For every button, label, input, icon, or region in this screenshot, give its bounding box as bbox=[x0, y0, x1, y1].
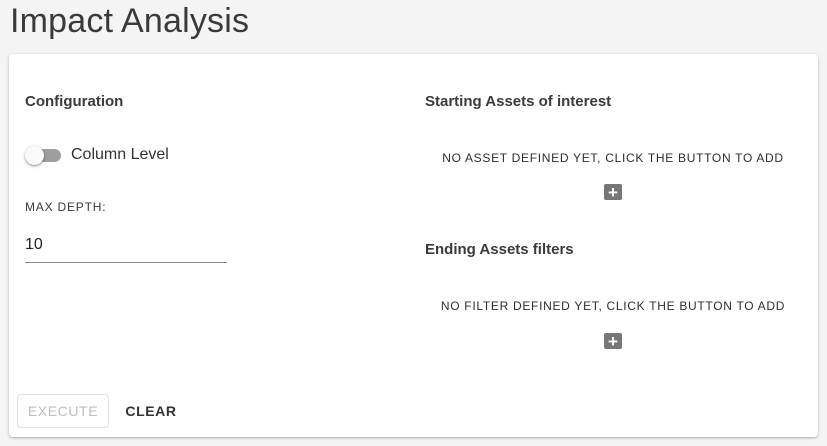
add-ending-filter-button[interactable]: + bbox=[604, 331, 622, 351]
starting-assets-title: Starting Assets of interest bbox=[425, 93, 612, 110]
starting-assets-empty-message: NO ASSET DEFINED YET, CLICK THE BUTTON T… bbox=[442, 151, 784, 165]
page-title: Impact Analysis bbox=[10, 2, 250, 40]
plus-icon: + bbox=[608, 331, 618, 351]
max-depth-input[interactable] bbox=[25, 232, 227, 258]
column-level-switch[interactable] bbox=[25, 145, 61, 165]
plus-icon: + bbox=[608, 182, 618, 202]
execute-button[interactable]: EXECUTE bbox=[17, 394, 109, 428]
ending-assets-title: Ending Assets filters bbox=[425, 241, 574, 258]
ending-assets-empty-message: NO FILTER DEFINED YET, CLICK THE BUTTON … bbox=[440, 299, 786, 313]
configuration-title: Configuration bbox=[25, 93, 124, 110]
add-starting-asset-button[interactable]: + bbox=[604, 182, 622, 202]
max-depth-label: MAX DEPTH: bbox=[25, 200, 107, 214]
impact-analysis-card: Configuration Column Level MAX DEPTH: St… bbox=[9, 54, 818, 437]
max-depth-field bbox=[25, 232, 227, 263]
column-level-label: Column Level bbox=[71, 146, 169, 163]
clear-button[interactable]: CLEAR bbox=[117, 394, 185, 428]
column-level-toggle-row: Column Level bbox=[25, 145, 169, 165]
switch-thumb[interactable] bbox=[25, 146, 44, 165]
